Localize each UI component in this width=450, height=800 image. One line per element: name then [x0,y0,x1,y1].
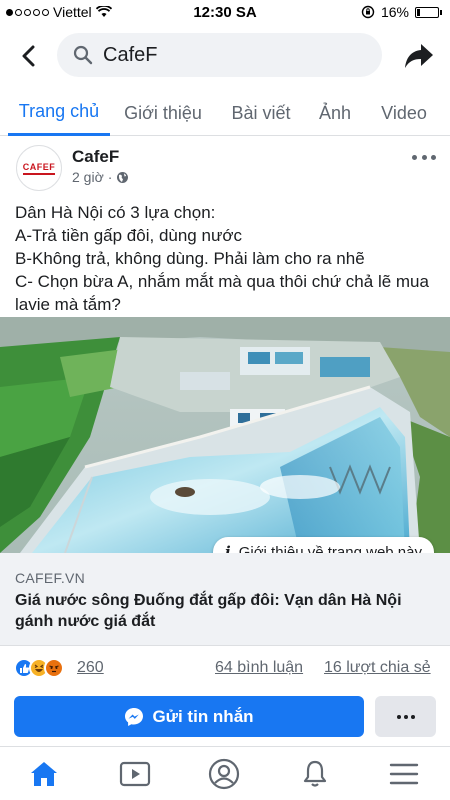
reaction-count[interactable]: 260 [77,659,104,677]
nav-menu[interactable] [386,757,422,791]
aerial-photo [0,317,450,553]
post-image[interactable]: i Giới thiệu về trang web này [0,317,450,553]
nav-profile[interactable] [206,757,242,791]
search-input[interactable]: CafeF [57,33,382,77]
status-bar: Viettel 12:30 SA 16% [0,0,450,26]
messenger-icon [125,707,144,726]
tab-posts[interactable]: Bài viết [224,90,298,136]
watch-icon [119,761,151,787]
about-website-pill[interactable]: i Giới thiệu về trang web này [213,537,434,553]
reaction-icons[interactable] [14,658,64,678]
avatar[interactable]: CAFEF [16,145,62,191]
more-actions-button[interactable] [375,696,436,737]
nav-watch[interactable] [117,757,153,791]
post-text-line: A-Trả tiền gấp đôi, dùng nước [15,226,242,245]
battery-icon [415,6,442,18]
nav-notifications[interactable] [297,757,333,791]
post-meta: 2 giờ · [72,169,129,185]
send-message-button[interactable]: Gửi tin nhắn [14,696,364,737]
rotation-lock-icon [361,5,375,19]
post-header: CAFEF CafeF 2 giờ · [0,143,450,195]
globe-icon [117,171,129,183]
about-website-label: Giới thiệu về trang web này [238,543,422,554]
post-text-line: C- Chọn bừa A, nhắm mắt mà qua thôi chứ … [15,272,429,314]
tab-videos[interactable]: Video [374,90,434,136]
comments-count[interactable]: 64 bình luận [215,659,303,677]
tab-home[interactable]: Trang chủ [8,90,110,136]
home-icon [31,762,57,786]
send-message-label: Gửi tin nhắn [152,706,254,726]
search-icon [73,45,93,65]
page-name[interactable]: CafeF [72,147,119,167]
more-options-button[interactable] [412,149,436,165]
link-title: Giá nước sông Đuống đắt gấp đôi: Vạn dân… [15,592,402,630]
bottom-nav [0,747,450,800]
page-tabs: Trang chủ Giới thiệu Bài viết Ảnh Video [0,90,450,136]
notifications-icon [303,760,327,787]
back-button[interactable] [14,42,42,70]
status-right: 16% [361,4,442,20]
share-arrow-icon [405,44,433,68]
tab-photos[interactable]: Ảnh [312,90,358,136]
nav-home[interactable] [26,757,62,791]
profile-icon [208,758,240,790]
header: CafeF [0,30,450,82]
info-icon: i [225,543,231,553]
post-time[interactable]: 2 giờ [72,169,104,185]
share-button[interactable] [402,40,436,72]
back-arrow-icon [22,45,35,67]
link-preview[interactable]: CAFEF.VN Giá nước sông Đuống đắt gấp đôi… [0,553,450,646]
link-domain: CAFEF.VN [15,570,86,586]
post-text: Dân Hà Nội có 3 lựa chọn: A-Trả tiền gấp… [15,201,440,316]
engagement-bar: 260 64 bình luận 16 lượt chia sẻ [0,656,450,682]
search-query: CafeF [103,43,158,66]
meta-separator: · [107,169,113,185]
angry-icon [44,658,64,678]
post-text-line: Dân Hà Nội có 3 lựa chọn: [15,203,216,222]
menu-icon [389,763,419,785]
shares-count[interactable]: 16 lượt chia sẻ [324,659,431,677]
tab-about[interactable]: Giới thiệu [118,90,208,136]
post-text-line: B-Không trả, không dùng. Phải làm cho ra… [15,249,365,268]
battery-percent: 16% [380,4,409,20]
avatar-logo: CAFEF [22,162,56,175]
